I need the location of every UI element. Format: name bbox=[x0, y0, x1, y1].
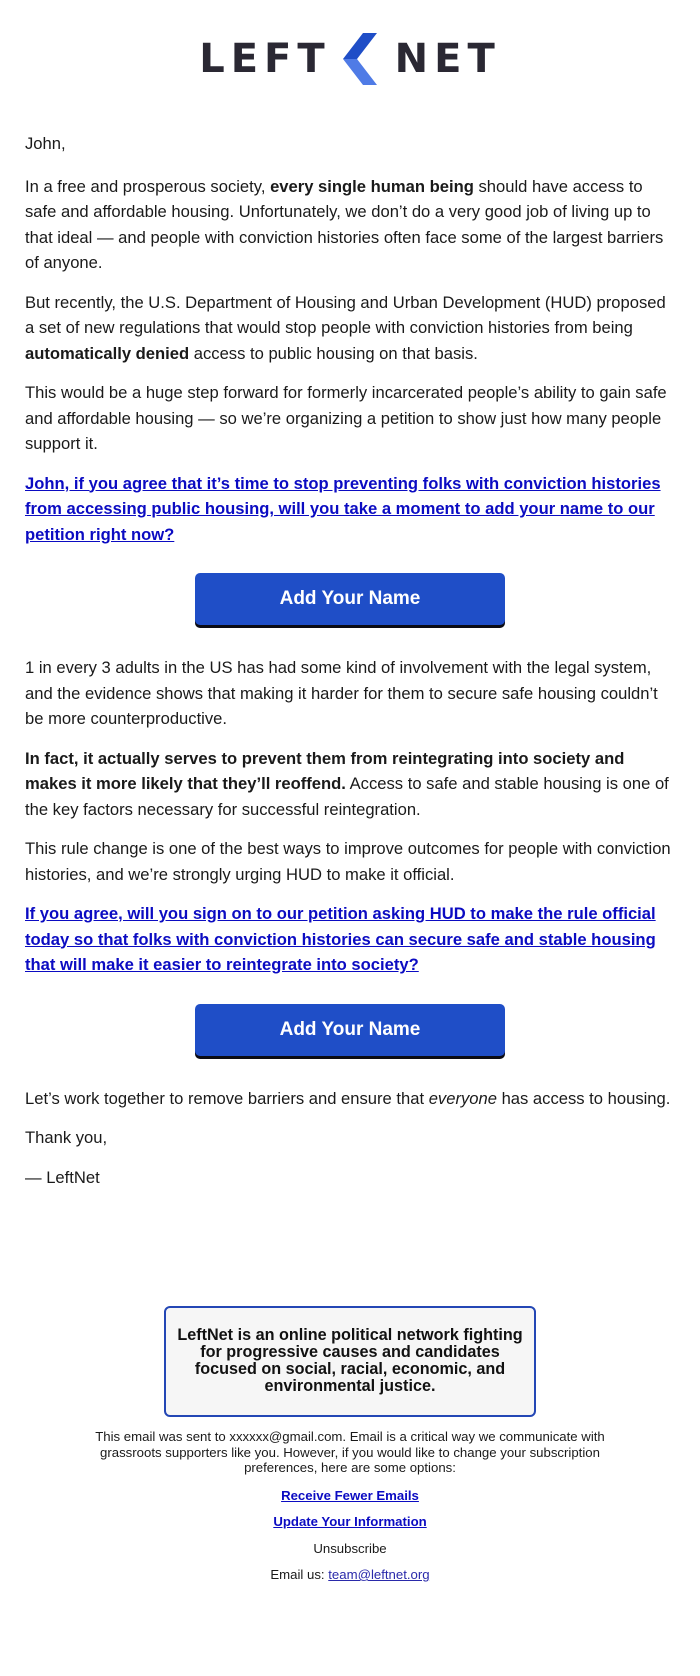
p1-text-a: In a free and prosperous society, bbox=[25, 176, 271, 196]
chevron-left-icon bbox=[342, 33, 377, 85]
paragraph-reoffend: In fact, it actually serves to prevent t… bbox=[25, 746, 675, 823]
cta-paragraph-1: John, if you agree that it’s time to sto… bbox=[25, 471, 675, 548]
leftnet-logo: LEFT NET bbox=[0, 0, 700, 120]
button-row-2: Add Your Name bbox=[25, 1003, 675, 1056]
email-body: John, In a free and prosperous society, … bbox=[0, 131, 700, 1190]
update-information-link[interactable]: Update Your Information bbox=[273, 1514, 426, 1529]
p7-italic: everyone bbox=[428, 1088, 497, 1108]
p1-bold: every single human being bbox=[270, 176, 474, 196]
email-container: LEFT NET John, In a free and prosperous … bbox=[0, 0, 700, 1583]
sent-notice: This email was sent to xxxxxx@gmail.com.… bbox=[95, 1429, 605, 1475]
unsubscribe-link[interactable]: Unsubscribe bbox=[313, 1541, 386, 1556]
chevron-top-shape bbox=[342, 33, 377, 59]
petition-link-1[interactable]: John, if you agree that it’s time to sto… bbox=[25, 474, 661, 544]
chevron-bottom-shape bbox=[342, 59, 377, 85]
email-us-label: Email us: bbox=[270, 1567, 329, 1582]
footer: This email was sent to xxxxxx@gmail.com.… bbox=[0, 1429, 700, 1583]
email-us-row: Email us: team@leftnet.org bbox=[0, 1567, 700, 1583]
signoff: Thank you, bbox=[25, 1128, 108, 1147]
cta-paragraph-2: If you agree, will you sign on to our pe… bbox=[25, 901, 675, 978]
petition-link-2[interactable]: If you agree, will you sign on to our pe… bbox=[25, 904, 656, 974]
paragraph-intro: In a free and prosperous society, every … bbox=[25, 174, 675, 276]
button-row-1: Add Your Name bbox=[25, 573, 675, 625]
add-your-name-button-1[interactable]: Add Your Name bbox=[195, 573, 505, 625]
signature: — LeftNet bbox=[25, 1167, 100, 1187]
receive-fewer-row: Receive Fewer Emails bbox=[0, 1488, 700, 1504]
p7-text-a: Let’s work together to remove barriers a… bbox=[25, 1088, 429, 1108]
logo-inner: LEFT NET bbox=[199, 33, 501, 85]
p7-text-b: has access to housing. bbox=[496, 1088, 671, 1108]
paragraph-closing: Let’s work together to remove barriers a… bbox=[25, 1086, 675, 1112]
greeting: John, bbox=[25, 134, 66, 153]
paragraph-petition: This would be a huge step forward for fo… bbox=[25, 383, 667, 453]
receive-fewer-emails-link[interactable]: Receive Fewer Emails bbox=[281, 1488, 419, 1503]
add-your-name-button-2[interactable]: Add Your Name bbox=[195, 1003, 505, 1056]
about-leftnet-box: LeftNet is an online political network f… bbox=[164, 1306, 536, 1417]
unsubscribe-row: Unsubscribe bbox=[0, 1541, 700, 1557]
paragraph-statistics: 1 in every 3 adults in the US has had so… bbox=[25, 658, 658, 728]
contact-email-link[interactable]: team@leftnet.org bbox=[328, 1567, 429, 1582]
p2-bold: automatically denied bbox=[25, 343, 190, 363]
paragraph-hud: But recently, the U.S. Department of Hou… bbox=[25, 290, 675, 367]
logo-word-left: LEFT bbox=[199, 36, 331, 82]
p2-text-b: access to public housing on that basis. bbox=[189, 343, 478, 363]
paragraph-rule-change: This rule change is one of the best ways… bbox=[25, 839, 671, 884]
p2-text-a: But recently, the U.S. Department of Hou… bbox=[25, 292, 666, 338]
logo-word-right: NET bbox=[394, 36, 501, 82]
update-info-row: Update Your Information bbox=[0, 1514, 700, 1530]
